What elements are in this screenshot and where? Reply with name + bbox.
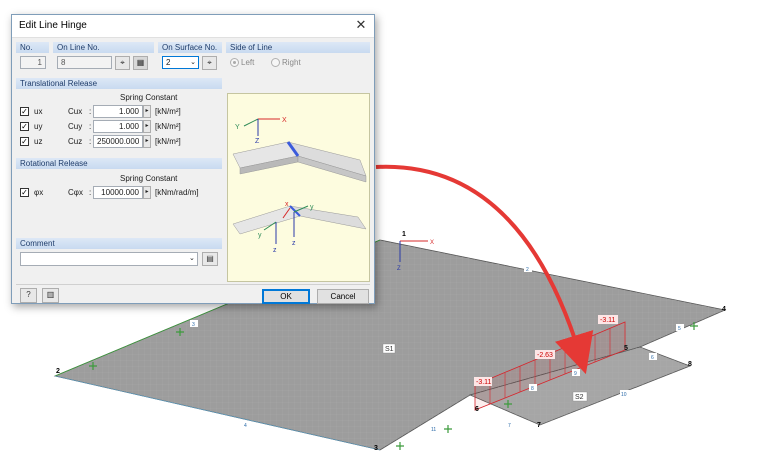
cuy-input[interactable]: 1.000 [93,120,143,133]
cphix-label: Cφx [68,188,83,197]
comment-library-icon[interactable]: ▤ [202,252,218,266]
select-line-icon[interactable]: ▦ [133,56,148,70]
cux-label: Cux [68,107,83,116]
ux-checkbox[interactable]: ✓ [20,107,29,116]
on-line-number-field[interactable]: 8 [57,56,112,69]
cphix-unit: [kNm/rad/m] [155,188,199,197]
cphix-input[interactable]: 10000.000 [93,186,143,199]
svg-text:5: 5 [678,326,681,332]
edit-line-hinge-dialog: Edit Line Hinge ✕ No. On Line No. On Sur… [11,14,375,304]
side-right-label: Right [282,58,301,67]
cuz-input[interactable]: 250000.000 [93,135,143,148]
svg-text:2: 2 [526,267,529,273]
svg-text:3: 3 [192,322,195,328]
side-left-label: Left [241,58,255,67]
cuy-label: Cuy [68,122,83,131]
rotational-spring-header: Spring Constant [120,174,178,183]
cux-unit: [kN/m²] [155,107,181,116]
node-label-7: 7 [537,422,541,429]
cuy-unit: [kN/m²] [155,122,181,131]
svg-text:X: X [282,117,287,124]
svg-text:9: 9 [574,371,577,377]
svg-text:y: y [310,204,314,211]
cuz-unit: [kN/m²] [155,137,181,146]
cphix-spin-button[interactable]: ▸ [143,186,151,199]
cux-spin-button[interactable]: ▸ [143,105,151,118]
close-icon[interactable]: ✕ [354,18,368,32]
node-label-5: 5 [624,345,628,352]
surface-label-s1: S1 [385,346,394,353]
svg-text:11: 11 [431,427,436,433]
footer-separator [16,284,370,285]
header-side-of-line: Side of Line [226,42,370,53]
header-no: No. [16,42,49,53]
cuz-label: Cuz [68,137,83,146]
svg-text:Z: Z [397,266,401,272]
uz-checkbox[interactable]: ✓ [20,137,29,146]
side-left-radio[interactable] [230,58,239,67]
uy-checkbox[interactable]: ✓ [20,122,29,131]
svg-text:z: z [292,240,296,247]
translational-spring-header: Spring Constant [120,93,178,102]
result-value-left: -3.11 [476,379,492,386]
ux-label: ux [34,107,43,116]
hinge-number-field: 1 [20,56,46,69]
pick-line-icon[interactable]: ⌖ [115,56,130,70]
hinge-preview-panel: X Y Z x y z y z [227,93,370,282]
preview-global-axes: X Y Z [235,117,287,145]
node-label-3: 3 [374,445,378,452]
comment-chevron-icon[interactable]: ⌄ [189,254,195,262]
result-value-mid: -2.63 [537,352,553,359]
svg-text:6: 6 [651,355,654,361]
cuy-spin-button[interactable]: ▸ [143,120,151,133]
comment-input[interactable] [20,252,198,266]
rotational-release-header: Rotational Release [16,158,222,169]
svg-text:Z: Z [255,138,260,145]
header-on-surface-no: On Surface No. [158,42,222,53]
ok-button[interactable]: OK [262,289,310,304]
svg-text:X: X [430,240,434,246]
svg-text:Y: Y [235,124,240,131]
node-label-6: 6 [475,406,479,413]
node-label-2: 2 [56,368,60,375]
chevron-down-icon: ⌄ [190,59,196,66]
translational-release-header: Translational Release [16,78,222,89]
svg-text:y: y [258,232,262,239]
svg-text:4: 4 [244,423,247,429]
comment-header: Comment [16,238,222,249]
svg-text:8: 8 [531,386,534,392]
dialog-titlebar[interactable]: Edit Line Hinge ✕ [12,15,374,38]
node-label-8: 8 [688,361,692,368]
hinge-preview-graphic: X Y Z x y z y z [232,117,367,254]
pick-surface-icon[interactable]: ⌖ [202,56,217,70]
on-surface-value: 2 [166,58,171,67]
units-icon[interactable]: ▥ [42,288,59,303]
preview-plates-top [232,141,367,183]
cuz-spin-button[interactable]: ▸ [143,135,151,148]
uz-label: uz [34,137,43,146]
svg-text:z: z [273,247,277,254]
dialog-title: Edit Line Hinge [19,20,87,31]
svg-text:7: 7 [508,423,511,429]
preview-plates-bottom: x y z y z [232,201,367,254]
side-right-radio[interactable] [271,58,280,67]
on-surface-select[interactable]: 2 ⌄ [162,56,199,69]
cancel-button[interactable]: Cancel [317,289,369,304]
cux-input[interactable]: 1.000 [93,105,143,118]
surface-label-s2: S2 [575,394,584,401]
svg-text:10: 10 [621,392,627,398]
result-value-right: -3.11 [600,317,616,324]
node-label-1: 1 [402,231,406,238]
svg-text:x: x [285,201,289,208]
uy-label: uy [34,122,43,131]
phix-label: φx [34,188,44,197]
phix-checkbox[interactable]: ✓ [20,188,29,197]
header-on-line-no: On Line No. [53,42,154,53]
help-icon[interactable]: ? [20,288,37,303]
node-label-4: 4 [722,306,726,313]
